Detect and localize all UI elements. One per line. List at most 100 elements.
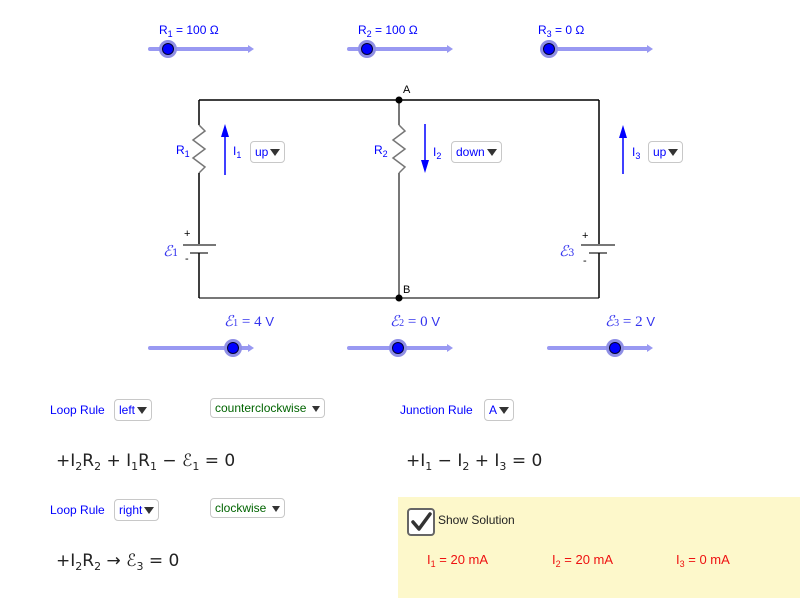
slider-arrow-icon (248, 344, 254, 352)
loop-rule-2-orientation-value: clockwise (215, 501, 267, 515)
slider-knob[interactable] (606, 339, 625, 357)
e3-symbol: ℰ (559, 242, 569, 260)
i3-arrow-head-icon (619, 125, 627, 138)
loop-rule-1-equation: +I2R2 + I1R1 − ℰ1 = 0 (56, 451, 235, 473)
e1-slider-unit: V (265, 314, 274, 329)
loop-rule-1-loop-value: left (119, 403, 136, 417)
e3-slider[interactable] (547, 338, 653, 358)
eq-term: − I (432, 451, 463, 471)
i3-direction-dropdown[interactable]: up (648, 141, 684, 163)
e3-index: 3 (568, 248, 575, 259)
slider-track[interactable] (547, 346, 649, 350)
loop-rule-2-orientation-dropdown[interactable]: clockwise (210, 498, 285, 518)
slider-knob[interactable] (389, 339, 407, 357)
i1-arrow-head-icon (221, 124, 229, 137)
e1-slider-value: 4 (254, 314, 262, 330)
e1-slider-label: ℰ1 = 4 V (224, 312, 274, 330)
eq-term: +I (56, 551, 76, 571)
checkmark-icon (411, 512, 432, 531)
solution-panel: Show Solution I1 = 20 mA I2 = 20 mA I3 =… (398, 497, 800, 598)
eq-term: + I (101, 451, 132, 471)
i1-solution: I1 = 20 mA (427, 552, 488, 569)
slider-knob[interactable] (223, 339, 242, 357)
loop-rule-1-loop-dropdown[interactable]: left (114, 399, 153, 421)
i1-solution-value: = 20 mA (439, 552, 489, 567)
eq-sub: 1 (149, 460, 157, 473)
resistor-r2 (391, 124, 407, 174)
junction-rule-node-value: A (489, 403, 498, 417)
eq-term: = 0 (143, 551, 180, 571)
e1-plus-sign: + (184, 228, 191, 240)
e3-slider-symbol: ℰ (605, 312, 615, 330)
dropdown-arrow-icon (144, 507, 155, 514)
r2-label: R2 (374, 143, 388, 159)
junction-rule-node-dropdown[interactable]: A (484, 399, 515, 421)
eq-term: + I (469, 451, 500, 471)
eq-term: = 0 (506, 451, 543, 471)
i1-label: I1 (233, 144, 241, 160)
dropdown-arrow-icon (270, 149, 281, 156)
i2-solution-index: 2 (555, 559, 561, 569)
i3-label: I3 (632, 145, 640, 161)
node-b-dot[interactable] (395, 294, 403, 302)
eq-term: +I (406, 451, 426, 471)
e3-label: ℰ3 (559, 242, 574, 260)
e3-slider-value: 2 (635, 314, 643, 330)
e3-slider-label: ℰ3 = 2 V (605, 312, 655, 330)
e2-slider-index: 2 (399, 318, 405, 329)
loop-rule-2-equation: +I2R2 → ℰ3 = 0 (56, 551, 179, 573)
dropdown-arrow-icon (311, 406, 320, 412)
loop-rule-1-orientation-dropdown[interactable]: counterclockwise (210, 398, 325, 418)
dropdown-arrow-icon (668, 149, 679, 156)
loop-rule-2-loop-dropdown[interactable]: right (114, 499, 160, 521)
dropdown-arrow-icon (137, 407, 148, 414)
junction-rule-equation: +I1 − I2 + I3 = 0 (406, 451, 542, 473)
e3-plus-sign: + (582, 230, 589, 242)
i2-arrow-head-icon (421, 160, 429, 173)
e1-slider-symbol: ℰ (224, 312, 234, 330)
eq-term: = 0 (199, 451, 236, 471)
e1-symbol: ℰ (163, 242, 173, 260)
eq-term: +I (56, 451, 76, 471)
e1-slider[interactable] (148, 338, 254, 358)
e3-slider-index: 3 (614, 318, 620, 329)
i3-solution: I3 = 0 mA (676, 552, 730, 569)
node-a-dot[interactable] (395, 96, 403, 104)
e2-slider[interactable] (347, 338, 453, 358)
eq-term: → ℰ (101, 551, 137, 571)
e1-label: ℰ1 (163, 242, 178, 260)
show-solution-label[interactable]: Show Solution (438, 513, 515, 527)
i2-label-index: 2 (436, 151, 442, 161)
e2-slider-symbol: ℰ (390, 312, 400, 330)
e3-minus-sign: - (583, 255, 587, 267)
e2-slider-value: 0 (420, 314, 428, 330)
e2-slider-label: ℰ2 = 0 V (390, 312, 440, 330)
r1-label-name: R (176, 143, 185, 157)
i2-solution-value: = 20 mA (564, 552, 614, 567)
dropdown-arrow-icon (486, 149, 497, 156)
i3-solution-value: = 0 mA (688, 552, 730, 567)
i2-direction-value: down (456, 145, 485, 159)
i2-solution: I2 = 20 mA (552, 552, 613, 569)
i2-direction-dropdown[interactable]: down (451, 141, 502, 163)
r2-label-name: R (374, 143, 383, 157)
junction-rule-label: Junction Rule (400, 403, 473, 417)
slider-arrow-icon (447, 344, 453, 352)
node-b-label: B (403, 284, 411, 296)
loop-rule-2-label: Loop Rule (50, 503, 105, 517)
eq-term: − ℰ (156, 451, 193, 471)
show-solution-checkbox[interactable] (407, 508, 435, 536)
loop-rule-1-orientation-value: counterclockwise (215, 401, 307, 415)
i1-direction-dropdown[interactable]: up (250, 141, 286, 163)
r2-label-index: 2 (382, 149, 388, 159)
i3-label-index: 3 (635, 151, 641, 161)
slider-arrow-icon (647, 344, 653, 352)
i1-solution-index: 1 (430, 559, 436, 569)
i3-solution-index: 3 (679, 559, 685, 569)
e2-slider-unit: V (431, 314, 440, 329)
dropdown-arrow-icon (499, 407, 510, 414)
e1-index: 1 (172, 248, 179, 259)
loop-rule-1-label: Loop Rule (50, 403, 105, 417)
i2-label: I2 (433, 145, 441, 161)
r1-label-index: 1 (184, 149, 190, 159)
